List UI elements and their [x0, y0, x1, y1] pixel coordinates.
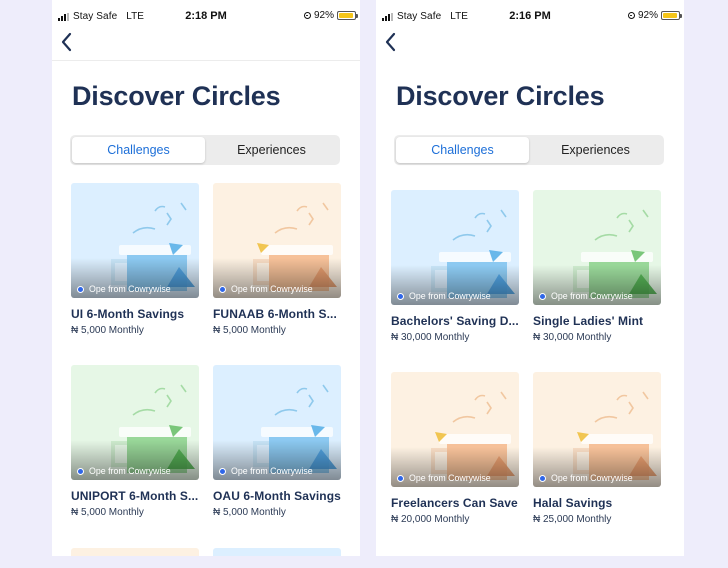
- host-label: Ope from Cowrywise: [89, 284, 171, 294]
- host-avatar-icon: [539, 292, 546, 300]
- circle-card[interactable]: Ope from Cowrywise Bachelors' Saving D..…: [391, 190, 519, 343]
- chevron-left-icon[interactable]: [56, 31, 78, 53]
- circle-thumbnail[interactable]: Ope from Cowrywise: [71, 365, 199, 480]
- circle-card[interactable]: Ope from Cowrywise OAU 6-Month Savings ₦…: [213, 365, 341, 518]
- circle-card[interactable]: Ope from Cowrywise Freelancers Can Save …: [391, 372, 519, 525]
- circle-card-partial: [213, 548, 341, 556]
- circle-title: Bachelors' Saving D...: [391, 314, 519, 328]
- circle-amount: ₦ 5,000 Monthly: [71, 325, 144, 336]
- circle-card[interactable]: Ope from Cowrywise FUNAAB 6-Month S... ₦…: [213, 183, 341, 336]
- host-avatar-icon: [539, 474, 546, 482]
- host-label: Ope from Cowrywise: [409, 473, 491, 483]
- circle-title: Single Ladies' Mint: [533, 314, 644, 328]
- circle-amount: ₦ 5,000 Monthly: [213, 507, 286, 518]
- orientation-lock-icon: [627, 12, 635, 19]
- battery-percent: 92%: [637, 10, 658, 21]
- host-label: Ope from Cowrywise: [409, 291, 491, 301]
- status-bar: Stay Safe LTE 2:18 PM 92%: [52, 0, 360, 30]
- circle-card[interactable]: Ope from Cowrywise Halal Savings ₦ 25,00…: [533, 372, 661, 525]
- host-label: Ope from Cowrywise: [231, 466, 313, 476]
- circle-card[interactable]: Ope from Cowrywise Single Ladies' Mint ₦…: [533, 190, 661, 343]
- battery-icon: [337, 11, 358, 20]
- host-avatar-icon: [77, 285, 84, 293]
- status-bar: Stay Safe LTE 2:16 PM 92%: [376, 0, 684, 30]
- host-avatar-icon: [219, 285, 226, 293]
- circle-thumbnail[interactable]: Ope from Cowrywise: [391, 372, 519, 487]
- chevron-left-icon[interactable]: [380, 31, 402, 53]
- battery-icon: [661, 11, 682, 20]
- circle-title: FUNAAB 6-Month S...: [213, 307, 337, 321]
- circle-amount: ₦ 5,000 Monthly: [71, 507, 144, 518]
- category-tabs: Challenges Experiences: [70, 135, 340, 165]
- circle-title: UNIPORT 6-Month S...: [71, 489, 199, 503]
- circle-card-partial: [71, 548, 199, 556]
- host-label: Ope from Cowrywise: [551, 473, 633, 483]
- circle-thumbnail[interactable]: Ope from Cowrywise: [533, 190, 661, 305]
- page-title: Discover Circles: [72, 81, 281, 111]
- phone-screen-left: Stay Safe LTE 2:18 PM 92% Discover Circl…: [52, 0, 360, 556]
- circle-title: Halal Savings: [533, 496, 613, 510]
- circle-title: OAU 6-Month Savings: [213, 489, 341, 503]
- host-avatar-icon: [397, 474, 404, 482]
- circle-amount: ₦ 5,000 Monthly: [213, 325, 286, 336]
- orientation-lock-icon: [303, 12, 311, 19]
- circle-thumbnail[interactable]: Ope from Cowrywise: [533, 372, 661, 487]
- circle-thumbnail[interactable]: Ope from Cowrywise: [213, 183, 341, 298]
- circle-amount: ₦ 30,000 Monthly: [391, 332, 470, 343]
- circle-amount: ₦ 25,000 Monthly: [533, 514, 612, 525]
- host-label: Ope from Cowrywise: [551, 291, 633, 301]
- circle-title: UI 6-Month Savings: [71, 307, 185, 321]
- page-title: Discover Circles: [396, 81, 605, 111]
- circle-amount: ₦ 20,000 Monthly: [391, 514, 470, 525]
- circle-amount: ₦ 30,000 Monthly: [533, 332, 612, 343]
- circle-card[interactable]: Ope from Cowrywise UI 6-Month Savings ₦ …: [71, 183, 199, 336]
- host-label: Ope from Cowrywise: [89, 466, 171, 476]
- host-label: Ope from Cowrywise: [231, 284, 313, 294]
- tab-experiences[interactable]: Experiences: [205, 137, 338, 163]
- host-avatar-icon: [219, 467, 226, 475]
- nav-bar: [376, 30, 684, 60]
- circle-thumbnail[interactable]: Ope from Cowrywise: [391, 190, 519, 305]
- tab-experiences[interactable]: Experiences: [529, 137, 662, 163]
- circle-thumbnail[interactable]: Ope from Cowrywise: [71, 183, 199, 298]
- host-avatar-icon: [77, 467, 84, 475]
- nav-bar: [52, 30, 360, 61]
- phone-screen-right: Stay Safe LTE 2:16 PM 92% Discover Circl…: [376, 0, 684, 556]
- host-avatar-icon: [397, 292, 404, 300]
- tab-challenges[interactable]: Challenges: [72, 137, 205, 163]
- battery-percent: 92%: [313, 10, 334, 21]
- category-tabs: Challenges Experiences: [394, 135, 664, 165]
- tab-challenges[interactable]: Challenges: [396, 137, 529, 163]
- circle-card[interactable]: Ope from Cowrywise UNIPORT 6-Month S... …: [71, 365, 199, 518]
- circle-thumbnail[interactable]: Ope from Cowrywise: [213, 365, 341, 480]
- circle-title: Freelancers Can Save: [391, 496, 518, 510]
